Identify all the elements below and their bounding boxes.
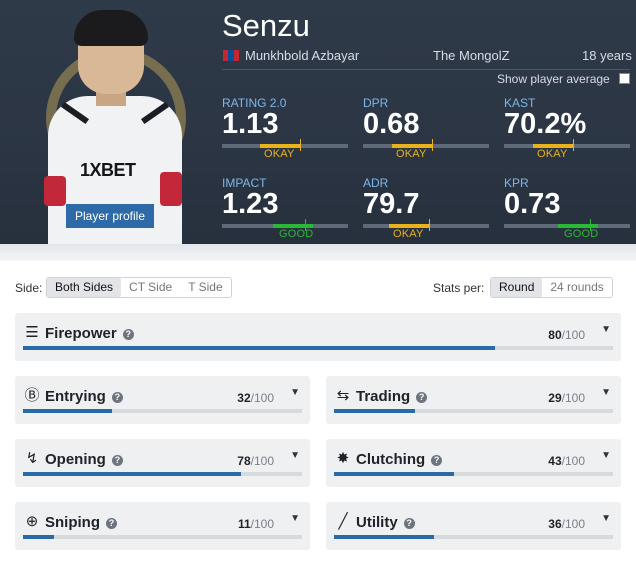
player-stats-page: { "player": { "nickname": "Senzu", "real… bbox=[0, 0, 636, 566]
stat-rating-tag: OKAY bbox=[393, 228, 424, 240]
category-card-trading[interactable]: ⇆ Trading? 29/100 ▼ bbox=[326, 376, 621, 424]
stats-per-label: Stats per: bbox=[433, 281, 485, 295]
category-title: Utility? bbox=[356, 514, 415, 531]
side-option-t-side[interactable]: T Side bbox=[180, 278, 230, 297]
expand-chevron-icon[interactable]: ▼ bbox=[290, 513, 300, 524]
category-progress-fill bbox=[23, 409, 112, 413]
trading-icon: ⇆ bbox=[336, 387, 350, 404]
category-score: 29/100 bbox=[548, 391, 585, 405]
stats-per-option-round[interactable]: Round bbox=[491, 278, 543, 297]
opening-icon: ↯ bbox=[25, 450, 39, 467]
section-divider bbox=[0, 244, 636, 261]
category-progress-fill bbox=[23, 535, 54, 539]
stats-per-filter: Round 24 rounds bbox=[490, 277, 613, 298]
stat-rating-tag: OKAY bbox=[396, 148, 427, 160]
clutching-icon: ✸ bbox=[336, 450, 350, 467]
player-profile-button[interactable]: Player profile bbox=[66, 204, 154, 228]
header-divider bbox=[222, 69, 630, 70]
stat-kpr: KPR 0.73 GOOD bbox=[504, 176, 634, 240]
side-filter-label: Side: bbox=[15, 281, 43, 295]
help-icon[interactable]: ? bbox=[106, 518, 117, 529]
expand-chevron-icon[interactable]: ▼ bbox=[290, 387, 300, 398]
category-progress-fill bbox=[23, 346, 495, 350]
help-icon[interactable]: ? bbox=[416, 392, 428, 403]
category-title: Trading? bbox=[356, 388, 428, 405]
stat-dpr: DPR 0.68 OKAY bbox=[363, 96, 493, 160]
player-age: 18 years bbox=[582, 48, 632, 63]
stat-value: 70.2% bbox=[504, 108, 587, 140]
mongolia-flag-icon bbox=[223, 50, 239, 61]
category-progress-track bbox=[334, 535, 613, 539]
category-score: 11/100 bbox=[237, 517, 274, 531]
stat-value: 0.73 bbox=[504, 188, 561, 220]
player-team-link[interactable]: The MongolZ bbox=[433, 48, 510, 63]
stat-rating-tag: GOOD bbox=[564, 228, 599, 240]
stat-value: 79.7 bbox=[363, 188, 420, 220]
category-title: Firepower? bbox=[45, 325, 134, 342]
help-icon[interactable]: ? bbox=[431, 455, 443, 466]
expand-chevron-icon[interactable]: ▼ bbox=[601, 387, 611, 398]
category-score: 32/100 bbox=[237, 391, 274, 405]
category-card-entrying[interactable]: Ⓑ Entrying? 32/100 ▼ bbox=[15, 376, 310, 424]
sniping-icon: ⊕ bbox=[25, 513, 39, 530]
side-filter: Both Sides CT Side T Side bbox=[46, 277, 232, 298]
player-header: 1XBET Player profile Senzu Munkhbold Azb… bbox=[0, 0, 636, 244]
stat-rating-tag: OKAY bbox=[537, 148, 568, 160]
show-average-checkbox[interactable] bbox=[619, 73, 630, 84]
help-icon[interactable]: ? bbox=[403, 518, 415, 529]
stat-rating-2-0: RATING 2.0 1.13 OKAY bbox=[222, 96, 352, 160]
help-icon[interactable]: ? bbox=[111, 392, 123, 403]
category-progress-fill bbox=[23, 472, 241, 476]
category-progress-track bbox=[23, 346, 613, 350]
entrying-icon: Ⓑ bbox=[24, 387, 40, 404]
stat-value: 1.23 bbox=[222, 188, 279, 220]
stat-adr: ADR 79.7 OKAY bbox=[363, 176, 493, 240]
stat-kast: KAST 70.2% OKAY bbox=[504, 96, 634, 160]
category-card-firepower[interactable]: ☰ Firepower? 80/100 ▼ bbox=[15, 313, 621, 361]
category-card-clutching[interactable]: ✸ Clutching? 43/100 ▼ bbox=[326, 439, 621, 487]
expand-chevron-icon[interactable]: ▼ bbox=[601, 450, 611, 461]
category-progress-fill bbox=[334, 472, 454, 476]
side-option-both-sides[interactable]: Both Sides bbox=[47, 278, 122, 297]
stat-rating-tag: GOOD bbox=[279, 228, 314, 240]
side-option-ct-side[interactable]: CT Side bbox=[121, 278, 180, 297]
category-card-opening[interactable]: ↯ Opening? 78/100 ▼ bbox=[15, 439, 310, 487]
category-card-utility[interactable]: ╱ Utility? 36/100 ▼ bbox=[326, 502, 621, 550]
stat-rating-tag: OKAY bbox=[264, 148, 295, 160]
show-average-label: Show player average bbox=[497, 72, 610, 86]
category-title: Entrying? bbox=[45, 388, 123, 405]
category-progress-fill bbox=[334, 409, 415, 413]
firepower-icon: ☰ bbox=[25, 324, 39, 341]
jersey-sponsor: 1XBET bbox=[80, 160, 136, 180]
stat-value: 0.68 bbox=[363, 108, 420, 140]
category-score: 80/100 bbox=[548, 328, 585, 342]
utility-icon: ╱ bbox=[338, 513, 348, 530]
stat-rating-bar bbox=[363, 219, 489, 231]
category-score: 43/100 bbox=[548, 454, 585, 468]
category-title: Clutching? bbox=[356, 451, 443, 468]
help-icon[interactable]: ? bbox=[122, 329, 134, 340]
stat-value: 1.13 bbox=[222, 108, 279, 140]
help-icon[interactable]: ? bbox=[111, 455, 123, 466]
category-progress-fill bbox=[334, 535, 434, 539]
category-score: 36/100 bbox=[548, 517, 585, 531]
expand-chevron-icon[interactable]: ▼ bbox=[290, 450, 300, 461]
player-real-name: Munkhbold Azbayar bbox=[245, 48, 360, 63]
category-title: Opening? bbox=[45, 451, 123, 468]
category-progress-track bbox=[334, 409, 613, 413]
player-nickname: Senzu bbox=[222, 8, 310, 43]
category-progress-track bbox=[23, 535, 302, 539]
category-title: Sniping? bbox=[45, 514, 117, 531]
category-card-sniping[interactable]: ⊕ Sniping? 11/100 ▼ bbox=[15, 502, 310, 550]
category-progress-track bbox=[23, 472, 302, 476]
player-photo: 1XBET Player profile bbox=[0, 0, 212, 244]
stat-impact: IMPACT 1.23 GOOD bbox=[222, 176, 352, 240]
expand-chevron-icon[interactable]: ▼ bbox=[601, 513, 611, 524]
category-score: 78/100 bbox=[237, 454, 274, 468]
category-progress-track bbox=[23, 409, 302, 413]
stats-per-option-24-rounds[interactable]: 24 rounds bbox=[542, 278, 611, 297]
category-progress-track bbox=[334, 472, 613, 476]
expand-chevron-icon[interactable]: ▼ bbox=[601, 324, 611, 335]
